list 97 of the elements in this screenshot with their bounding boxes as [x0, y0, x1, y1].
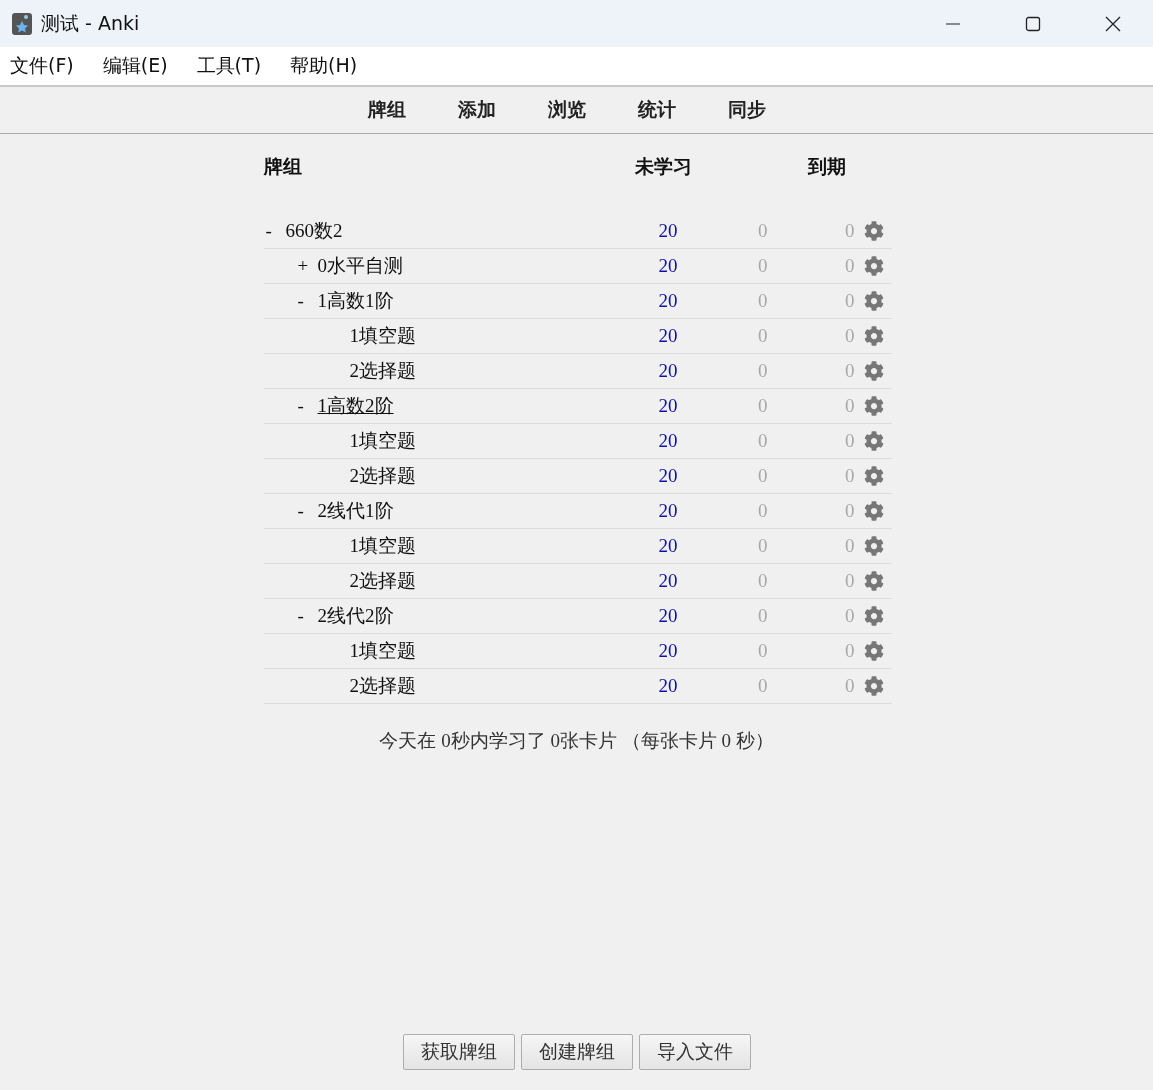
maximize-icon — [1025, 15, 1041, 32]
settings-icon[interactable] — [864, 606, 884, 626]
new-count: 20 — [658, 220, 678, 242]
settings-icon[interactable] — [864, 501, 884, 521]
settings-icon[interactable] — [864, 676, 884, 696]
menu-item[interactable]: 工具(T) — [196, 53, 262, 79]
learning-count: 0 — [758, 640, 768, 662]
column-header: 到期 — [807, 155, 846, 179]
study-summary: 今天在 0秒内学习了 0张卡片 （每张卡片 0 秒） — [379, 729, 774, 753]
toolbar-tab[interactable]: 统计 — [611, 97, 702, 123]
new-count: 20 — [658, 395, 678, 417]
app-icon — [11, 11, 33, 36]
deck-name[interactable]: 1填空题 — [349, 638, 416, 664]
collapse-toggle[interactable]: - — [297, 290, 318, 312]
window-title: 测试 - Anki — [41, 10, 141, 36]
deck-name[interactable]: 2选择题 — [349, 358, 416, 384]
deck-name[interactable]: 0水平自测 — [317, 253, 403, 279]
due-count: 0 — [845, 605, 855, 627]
close-icon — [1105, 15, 1121, 32]
learning-count: 0 — [758, 325, 768, 347]
toolbar-tab[interactable]: 添加 — [431, 97, 522, 123]
learning-count: 0 — [758, 220, 768, 242]
deck-name[interactable]: 2线代2阶 — [317, 603, 394, 629]
column-header: 未学习 — [634, 155, 692, 179]
settings-icon[interactable] — [864, 221, 884, 241]
due-count: 0 — [845, 395, 855, 417]
new-count: 20 — [658, 325, 678, 347]
learning-count: 0 — [758, 290, 768, 312]
new-count: 20 — [658, 570, 678, 592]
due-count: 0 — [845, 570, 855, 592]
footer-button[interactable]: 获取牌组 — [402, 1034, 515, 1070]
deck-name[interactable]: 2选择题 — [349, 568, 416, 594]
new-count: 20 — [658, 500, 678, 522]
deck-name[interactable]: 1填空题 — [349, 428, 416, 454]
menu-item[interactable]: 文件(F) — [10, 53, 74, 79]
learning-count: 0 — [758, 605, 768, 627]
toolbar-tab[interactable]: 牌组 — [341, 97, 432, 123]
collapse-toggle[interactable]: - — [297, 605, 318, 627]
settings-icon[interactable] — [864, 326, 884, 346]
learning-count: 0 — [758, 500, 768, 522]
footer-button[interactable]: 创建牌组 — [520, 1034, 633, 1070]
minimize-icon — [946, 22, 960, 25]
settings-icon[interactable] — [864, 571, 884, 591]
settings-icon[interactable] — [864, 431, 884, 451]
deck-name[interactable]: 1高数1阶 — [317, 288, 394, 314]
settings-icon[interactable] — [864, 361, 884, 381]
deck-name[interactable]: 2选择题 — [349, 463, 416, 489]
new-count: 20 — [658, 640, 678, 662]
learning-count: 0 — [758, 570, 768, 592]
toolbar-tab[interactable]: 同步 — [701, 97, 792, 123]
collapse-toggle[interactable]: - — [297, 395, 318, 417]
due-count: 0 — [845, 325, 855, 347]
learning-count: 0 — [758, 535, 768, 557]
due-count: 0 — [845, 465, 855, 487]
new-count: 20 — [658, 255, 678, 277]
due-count: 0 — [845, 500, 855, 522]
new-count: 20 — [658, 535, 678, 557]
learning-count: 0 — [758, 395, 768, 417]
footer-button[interactable]: 导入文件 — [638, 1034, 751, 1070]
toolbar-tab[interactable]: 浏览 — [521, 97, 612, 123]
settings-icon[interactable] — [864, 536, 884, 556]
learning-count: 0 — [758, 675, 768, 697]
collapse-toggle[interactable]: - — [297, 500, 318, 522]
due-count: 0 — [845, 640, 855, 662]
new-count: 20 — [658, 465, 678, 487]
new-count: 20 — [658, 290, 678, 312]
due-count: 0 — [845, 220, 855, 242]
due-count: 0 — [845, 430, 855, 452]
due-count: 0 — [845, 290, 855, 312]
due-count: 0 — [845, 675, 855, 697]
due-count: 0 — [845, 535, 855, 557]
settings-icon[interactable] — [864, 641, 884, 661]
deck-name[interactable]: 2线代1阶 — [317, 498, 394, 524]
column-header: 牌组 — [263, 155, 302, 179]
deck-name[interactable]: 1填空题 — [349, 533, 416, 559]
new-count: 20 — [658, 430, 678, 452]
settings-icon[interactable] — [864, 291, 884, 311]
collapse-toggle[interactable]: + — [297, 255, 318, 277]
learning-count: 0 — [758, 360, 768, 382]
new-count: 20 — [658, 360, 678, 382]
settings-icon[interactable] — [864, 466, 884, 486]
deck-name[interactable]: 660数2 — [285, 218, 343, 244]
settings-icon[interactable] — [864, 396, 884, 416]
learning-count: 0 — [758, 430, 768, 452]
new-count: 20 — [658, 675, 678, 697]
menu-item[interactable]: 编辑(E) — [102, 53, 168, 79]
due-count: 0 — [845, 360, 855, 382]
deck-name[interactable]: 1高数2阶 — [317, 393, 394, 419]
learning-count: 0 — [758, 255, 768, 277]
menu-item[interactable]: 帮助(H) — [290, 53, 358, 79]
due-count: 0 — [845, 255, 855, 277]
settings-icon[interactable] — [864, 256, 884, 276]
deck-name[interactable]: 2选择题 — [349, 673, 416, 699]
learning-count: 0 — [758, 465, 768, 487]
collapse-toggle[interactable]: - — [265, 220, 286, 242]
new-count: 20 — [658, 605, 678, 627]
deck-name[interactable]: 1填空题 — [349, 323, 416, 349]
